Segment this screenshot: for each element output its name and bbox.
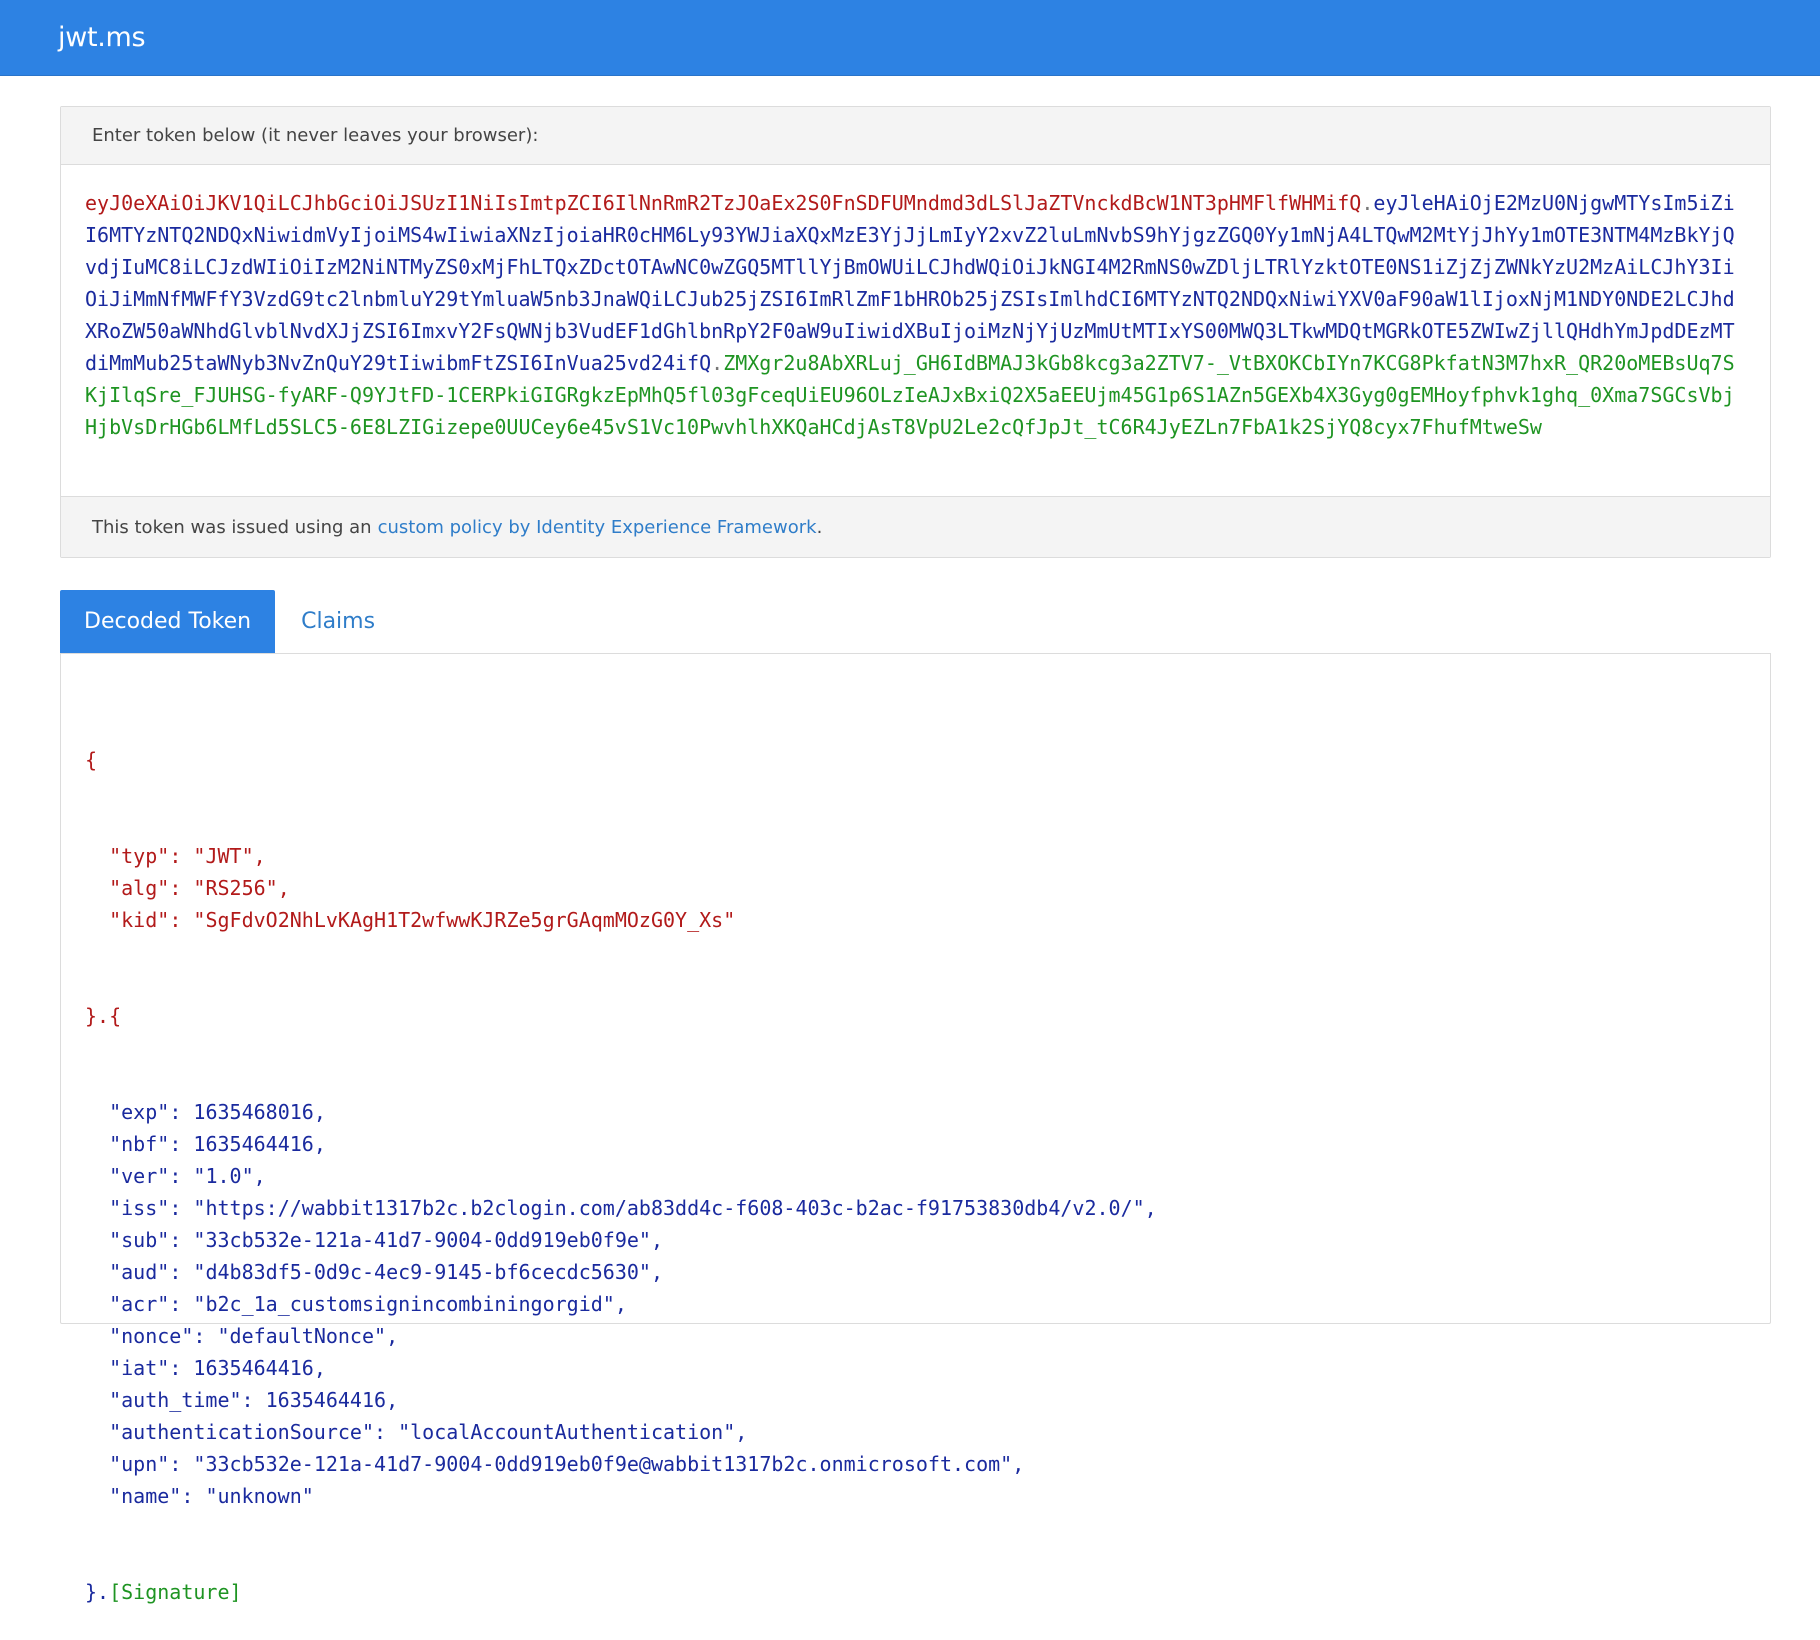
top-navbar: jwt.ms	[0, 0, 1820, 76]
issuer-text: This token was issued using an	[92, 516, 372, 538]
claim-line: "name": "unknown"	[109, 1484, 314, 1508]
claim-key: "auth_time"	[109, 1388, 242, 1412]
header-open-brace: {	[85, 748, 98, 772]
claim-key: "exp"	[109, 1100, 170, 1124]
token-payload-segment: eyJleHAiOjE2MzU0NjgwMTYsIm5iZiI6MTYzNTQ2…	[85, 191, 1735, 375]
token-header-segment: eyJ0eXAiOiJKV1QiLCJhbGciOiJSUzI1NiIsImtp…	[85, 191, 1362, 215]
claim-value: "unknown"	[205, 1484, 314, 1508]
claim-line: "iss": "https://wabbit1317b2c.b2clogin.c…	[109, 1196, 1157, 1220]
claim-line: "iat": 1635464416,	[109, 1356, 326, 1380]
claim-comma: ,	[650, 1260, 664, 1284]
claim-comma: ,	[1144, 1196, 1157, 1220]
claim-comma: ,	[650, 1228, 664, 1252]
claim-key: "nbf"	[109, 1132, 170, 1156]
claim-line: "exp": 1635468016,	[109, 1100, 326, 1124]
claim-line: "nonce": "defaultNonce",	[109, 1324, 399, 1348]
claim-key: "name"	[109, 1484, 182, 1508]
claim-value: 1635464416	[193, 1356, 314, 1380]
claim-key: "iss"	[109, 1196, 170, 1220]
token-input-panel: Enter token below (it never leaves your …	[60, 106, 1771, 558]
claim-value: "b2c_1a_customsignincombiningorgid"	[193, 1292, 615, 1316]
custom-policy-link[interactable]: custom policy by Identity Experience Fra…	[378, 517, 817, 538]
signature-label: [Signature]	[109, 1580, 242, 1604]
claim-value: "1.0"	[193, 1164, 254, 1188]
claim-value: "33cb532e-121a-41d7-9004-0dd919eb0f9e@wa…	[193, 1452, 1013, 1476]
claim-comma: ,	[313, 1132, 326, 1156]
claim-comma: ,	[253, 844, 266, 868]
claim-value: "RS256"	[193, 876, 278, 900]
tab-claims[interactable]: Claims	[277, 590, 399, 653]
claim-comma: ,	[614, 1292, 627, 1316]
claim-value: "SgFdvO2NhLvKAgH1T2wfwwKJRZe5grGAqmMOzG0…	[193, 908, 736, 932]
claim-line: "typ": "JWT",	[109, 844, 266, 868]
claim-key: "upn"	[109, 1452, 170, 1476]
claim-value: 1635464416	[193, 1132, 314, 1156]
claim-line: "ver": "1.0",	[109, 1164, 266, 1188]
claim-comma: ,	[386, 1324, 399, 1348]
claim-key: "sub"	[109, 1228, 170, 1252]
claim-key: "alg"	[109, 876, 170, 900]
claim-comma: ,	[253, 1164, 266, 1188]
claim-comma: ,	[1012, 1452, 1025, 1476]
token-input[interactable]: eyJ0eXAiOiJKV1QiLCJhbGciOiJSUzI1NiIsImtp…	[61, 165, 1770, 496]
claim-line: "kid": "SgFdvO2NhLvKAgH1T2wfwwKJRZe5grGA…	[109, 908, 736, 932]
claim-key: "nonce"	[109, 1324, 194, 1348]
claim-value: "localAccountAuthentication"	[398, 1420, 736, 1444]
decoded-token-view: { "typ": "JWT", "alg": "RS256", "kid": "…	[60, 653, 1771, 1604]
claim-line: "acr": "b2c_1a_customsignincombiningorgi…	[109, 1292, 627, 1316]
tab-decoded-token[interactable]: Decoded Token	[60, 590, 276, 653]
claim-key: "typ"	[109, 844, 170, 868]
claim-line: "aud": "d4b83df5-0d9c-4ec9-9145-bf6cecdc…	[109, 1260, 664, 1284]
claim-value: "defaultNonce"	[217, 1324, 387, 1348]
claim-key: "ver"	[109, 1164, 170, 1188]
result-tabs: Decoded Token Claims	[60, 590, 1771, 653]
claim-comma: ,	[313, 1100, 326, 1124]
token-issuer-footer: This token was issued using an custom po…	[61, 496, 1770, 557]
claim-value: 1635468016	[193, 1100, 314, 1124]
token-dot: .	[711, 351, 724, 375]
token-dot: .	[1361, 191, 1374, 215]
claim-value: "d4b83df5-0d9c-4ec9-9145-bf6cecdc5630"	[193, 1260, 651, 1284]
claim-key: "acr"	[109, 1292, 170, 1316]
claim-line: "auth_time": 1635464416,	[109, 1388, 399, 1412]
token-panel-heading: Enter token below (it never leaves your …	[61, 107, 1770, 165]
claim-line: "alg": "RS256",	[109, 876, 290, 900]
claim-comma: ,	[386, 1388, 399, 1412]
claim-value: "33cb532e-121a-41d7-9004-0dd919eb0f9e"	[193, 1228, 651, 1252]
payload-close: }.[Signature]	[85, 1580, 242, 1604]
claim-key: "authenticationSource"	[109, 1420, 374, 1444]
claim-line: "authenticationSource": "localAccountAut…	[109, 1420, 748, 1444]
claim-value: "https://wabbit1317b2c.b2clogin.com/ab83…	[193, 1196, 1145, 1220]
issuer-suffix: .	[816, 516, 823, 538]
claim-key: "iat"	[109, 1356, 170, 1380]
claim-line: "sub": "33cb532e-121a-41d7-9004-0dd919eb…	[109, 1228, 664, 1252]
claim-comma: ,	[277, 876, 290, 900]
claim-value: 1635464416	[265, 1388, 387, 1412]
header-payload-separator: }.{	[85, 1004, 122, 1028]
claim-comma: ,	[735, 1420, 748, 1444]
claim-value: "JWT"	[193, 844, 254, 868]
claim-line: "nbf": 1635464416,	[109, 1132, 326, 1156]
claim-key: "kid"	[109, 908, 170, 932]
claim-key: "aud"	[109, 1260, 170, 1284]
claim-line: "upn": "33cb532e-121a-41d7-9004-0dd919eb…	[109, 1452, 1025, 1476]
claim-comma: ,	[313, 1356, 326, 1380]
brand-link[interactable]: jwt.ms	[58, 22, 146, 53]
